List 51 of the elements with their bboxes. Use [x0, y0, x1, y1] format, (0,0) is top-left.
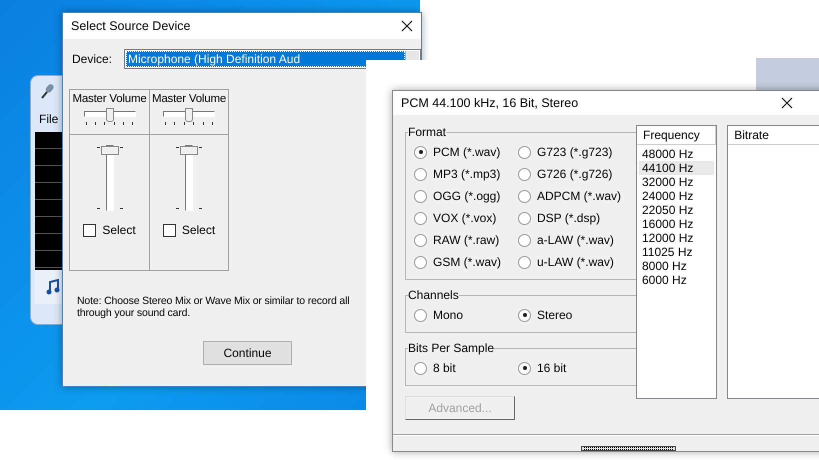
radio-button[interactable]: 16 bit: [518, 357, 628, 379]
volume-slider[interactable]: [174, 143, 204, 213]
window-title: Select Source Device: [71, 19, 191, 33]
panel-block: [756, 58, 819, 91]
balance-slider[interactable]: [84, 108, 136, 124]
radio-button[interactable]: a-LAW (*.wav): [518, 229, 628, 251]
close-icon[interactable]: [401, 20, 413, 32]
list-item[interactable]: 11025 Hz: [639, 245, 714, 259]
window-title: PCM 44.100 kHz, 16 Bit, Stereo: [401, 96, 578, 110]
list-item[interactable]: 48000 Hz: [639, 147, 714, 161]
column-header[interactable]: Bitrate: [728, 126, 819, 145]
continue-button[interactable]: Continue: [203, 341, 292, 365]
balance-slider[interactable]: [163, 108, 215, 124]
radio-button[interactable]: u-LAW (*.wav): [518, 251, 628, 273]
list-item[interactable]: 16000 Hz: [639, 217, 714, 231]
radio-button[interactable]: G726 (*.g726): [518, 163, 628, 185]
note-text: through your sound card.: [77, 307, 192, 319]
mixer-label: Master Volume: [152, 93, 226, 105]
radio-button[interactable]: GSM (*.wav): [414, 251, 518, 273]
radio-button[interactable]: DSP (*.dsp): [518, 207, 628, 229]
list-item[interactable]: 32000 Hz: [639, 175, 714, 189]
radio-button[interactable]: Mono: [414, 304, 518, 326]
list-item[interactable]: 22050 Hz: [639, 203, 714, 217]
radio-button[interactable]: RAW (*.raw): [414, 229, 518, 251]
group-label: Channels: [408, 288, 459, 302]
radio-button[interactable]: OGG (*.ogg): [414, 185, 518, 207]
music-note-icon[interactable]: [45, 279, 61, 295]
close-icon[interactable]: [781, 97, 793, 109]
radio-button[interactable]: 8 bit: [414, 357, 518, 379]
list-item[interactable]: 6000 Hz: [639, 273, 714, 287]
radio-button[interactable]: ADPCM (*.wav): [518, 185, 628, 207]
list-item[interactable]: 8000 Hz: [639, 259, 714, 273]
group-label: Format: [408, 125, 446, 139]
column-header[interactable]: Frequency: [637, 126, 716, 145]
note-text: Note: Choose Stereo Mix or Wave Mix or similar to record all: [77, 295, 350, 307]
list-item[interactable]: 24000 Hz: [639, 189, 714, 203]
select-checkbox[interactable]: Select: [83, 223, 136, 237]
list-item[interactable]: 44100 Hz: [639, 161, 714, 175]
dialog-button[interactable]: [581, 446, 676, 451]
select-checkbox[interactable]: Select: [162, 223, 216, 237]
radio-button[interactable]: G723 (*.g723): [518, 141, 628, 163]
radio-button[interactable]: PCM (*.wav): [414, 141, 518, 163]
radio-button[interactable]: MP3 (*.mp3): [414, 163, 518, 185]
list-item[interactable]: 12000 Hz: [639, 231, 714, 245]
mixer-label: Master Volume: [72, 93, 147, 105]
field-label: Device:: [72, 52, 112, 66]
radio-button[interactable]: VOX (*.vox): [414, 207, 518, 229]
group-label: Bits Per Sample: [408, 341, 494, 355]
volume-slider[interactable]: [94, 143, 124, 213]
device-dropdown[interactable]: Microphone (High Definition Aud: [124, 49, 421, 69]
radio-button[interactable]: Stereo: [518, 304, 628, 326]
